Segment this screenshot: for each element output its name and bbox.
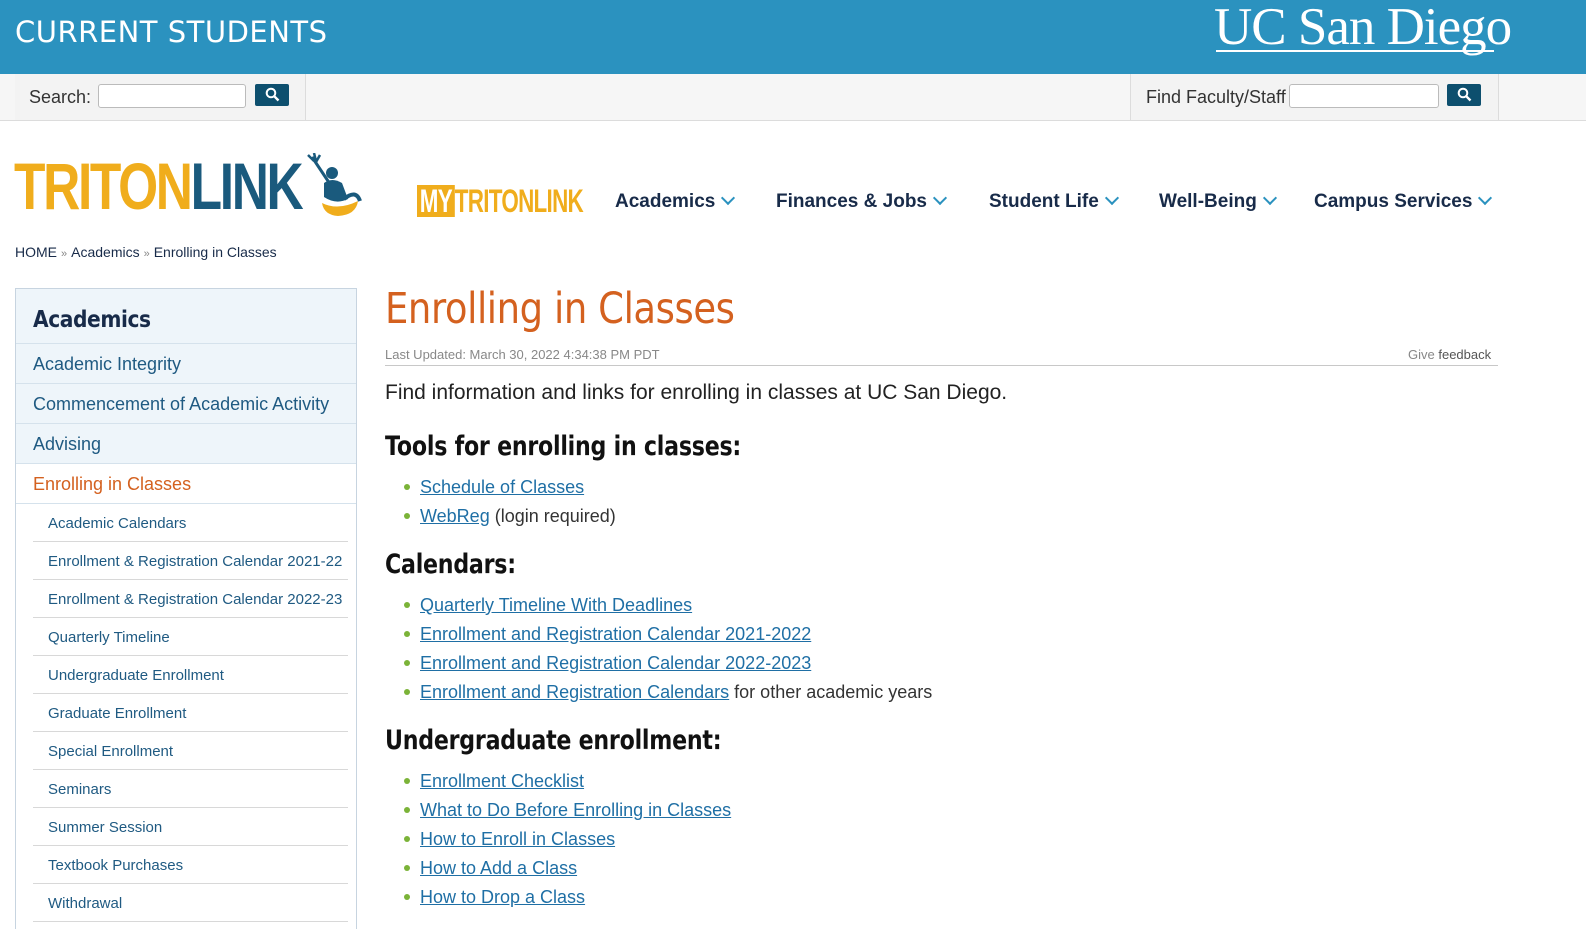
sidebar-subitem[interactable]: Textbook Purchases (33, 846, 348, 884)
bullet (404, 894, 410, 900)
list-item: Schedule of Classes (402, 476, 616, 505)
nav-academics[interactable]: Academics (615, 190, 736, 213)
link-calendar-2022-2023[interactable]: Enrollment and Registration Calendar 202… (420, 653, 811, 673)
ucsd-logo[interactable]: UC San Diego (1214, 0, 1512, 56)
section-heading-tools: Tools for enrolling in classes: (385, 431, 742, 462)
tools-list: Schedule of Classes WebReg (login requir… (402, 476, 616, 534)
sidebar-item-enrolling[interactable]: Enrolling in Classes (16, 464, 356, 504)
nav-finances-jobs[interactable]: Finances & Jobs (776, 190, 948, 213)
faculty-search-button[interactable] (1447, 84, 1481, 106)
sidebar: Academics Academic Integrity Commencemen… (15, 288, 357, 929)
breadcrumb-separator: » (61, 248, 68, 260)
tritonlink-wordmark: TRITONLINK (14, 149, 304, 223)
breadcrumb-separator: » (143, 248, 150, 260)
sidebar-subitem[interactable]: Enrollment & Registration Calendar 2022-… (33, 580, 348, 618)
link-enrollment-checklist[interactable]: Enrollment Checklist (420, 771, 584, 791)
bullet (404, 836, 410, 842)
search-icon (1457, 87, 1472, 102)
link-quarterly-timeline[interactable]: Quarterly Timeline With Deadlines (420, 595, 692, 615)
sidebar-subitem[interactable]: Quarterly Timeline (33, 618, 348, 656)
list-item: WebReg (login required) (402, 505, 616, 534)
link-schedule-of-classes[interactable]: Schedule of Classes (420, 477, 584, 497)
bullet (404, 513, 410, 519)
sidebar-subitem[interactable]: Academic Calendars (33, 504, 348, 542)
bullet (404, 689, 410, 695)
nav-well-being[interactable]: Well-Being (1159, 190, 1277, 213)
sidebar-heading[interactable]: Academics (16, 289, 356, 344)
search-input[interactable] (98, 84, 246, 108)
triton-mascot-icon (307, 153, 362, 216)
link-calendars-other-years[interactable]: Enrollment and Registration Calendars (420, 682, 729, 702)
list-item: Enrollment and Registration Calendar 202… (402, 623, 932, 652)
list-item: Enrollment and Registration Calendars fo… (402, 681, 932, 710)
undergraduate-list: Enrollment Checklist What to Do Before E… (402, 770, 731, 915)
page-title: Enrolling in Classes (385, 284, 735, 334)
section-heading-undergraduate: Undergraduate enrollment: (385, 725, 722, 756)
sidebar-subitem[interactable]: Seminars (33, 770, 348, 808)
breadcrumb: HOME» Academics» Enrolling in Classes (15, 244, 277, 260)
breadcrumb-current: Enrolling in Classes (153, 244, 277, 260)
feedback-link[interactable]: feedback (1438, 347, 1491, 362)
chevron-down-icon (721, 190, 736, 206)
search-button[interactable] (255, 84, 289, 106)
sidebar-subitem[interactable]: Enrollment & Registration Calendar 2021-… (33, 542, 348, 580)
tritonlink-logo[interactable]: TRITONLINK (14, 149, 362, 223)
faculty-search: Find Faculty/Staff (1130, 74, 1499, 120)
section-heading-calendars: Calendars: (385, 549, 516, 580)
bullet (404, 807, 410, 813)
link-how-to-drop[interactable]: How to Drop a Class (420, 887, 585, 907)
list-item: How to Enroll in Classes (402, 828, 731, 857)
intro-text: Find information and links for enrolling… (385, 381, 1008, 404)
bullet (404, 631, 410, 637)
site-banner: CURRENT STUDENTS UC San Diego (0, 0, 1586, 74)
nav-student-life[interactable]: Student Life (989, 190, 1119, 213)
bullet (404, 660, 410, 666)
title-divider (385, 365, 1498, 366)
link-how-to-enroll[interactable]: How to Enroll in Classes (420, 829, 615, 849)
chevron-down-icon (1478, 190, 1493, 206)
faculty-search-label: Find Faculty/Staff (1146, 87, 1286, 107)
sidebar-subitem[interactable]: Special Enrollment (33, 732, 348, 770)
site-search: Search: (15, 74, 306, 120)
logo-underline (1216, 50, 1494, 52)
sidebar-subitem[interactable]: Summer Session (33, 808, 348, 846)
link-calendar-2021-2022[interactable]: Enrollment and Registration Calendar 202… (420, 624, 811, 644)
chevron-down-icon (932, 190, 948, 206)
list-item: What to Do Before Enrolling in Classes (402, 799, 731, 828)
link-webreg[interactable]: WebReg (420, 506, 490, 526)
list-item: Quarterly Timeline With Deadlines (402, 594, 932, 623)
last-updated: Last Updated: March 30, 2022 4:34:38 PM … (385, 347, 660, 362)
search-icon (265, 87, 280, 102)
list-item: Enrollment and Registration Calendar 202… (402, 652, 932, 681)
list-item: How to Add a Class (402, 857, 731, 886)
chevron-down-icon (1104, 190, 1119, 206)
search-label: Search: (29, 87, 92, 107)
search-bar: Search: Find Faculty/Staff (0, 74, 1586, 121)
breadcrumb-academics[interactable]: Academics (71, 244, 139, 260)
link-before-enrolling[interactable]: What to Do Before Enrolling in Classes (420, 800, 731, 820)
bullet (404, 865, 410, 871)
breadcrumb-home[interactable]: HOME (15, 244, 57, 260)
list-item: Enrollment Checklist (402, 770, 731, 799)
chevron-down-icon (1262, 190, 1277, 206)
faculty-search-input[interactable] (1289, 84, 1439, 108)
calendars-list: Quarterly Timeline With Deadlines Enroll… (402, 594, 932, 710)
bullet (404, 602, 410, 608)
sidebar-item-commencement[interactable]: Commencement of Academic Activity (16, 384, 356, 424)
sidebar-item-academic-integrity[interactable]: Academic Integrity (16, 344, 356, 384)
nav-campus-services[interactable]: Campus Services (1314, 190, 1493, 213)
mytritonlink-logo[interactable]: MYTRITONLINK (417, 185, 584, 217)
bullet (404, 484, 410, 490)
link-how-to-add[interactable]: How to Add a Class (420, 858, 577, 878)
give-feedback: Give feedback (1408, 347, 1492, 362)
sidebar-subitem[interactable]: Graduate Enrollment (33, 694, 348, 732)
list-item: How to Drop a Class (402, 886, 731, 915)
bullet (404, 778, 410, 784)
sidebar-item-advising[interactable]: Advising (16, 424, 356, 464)
banner-title[interactable]: CURRENT STUDENTS (15, 15, 328, 49)
sidebar-subitem[interactable]: Withdrawal (33, 884, 348, 922)
sidebar-subitem[interactable]: Undergraduate Enrollment (33, 656, 348, 694)
